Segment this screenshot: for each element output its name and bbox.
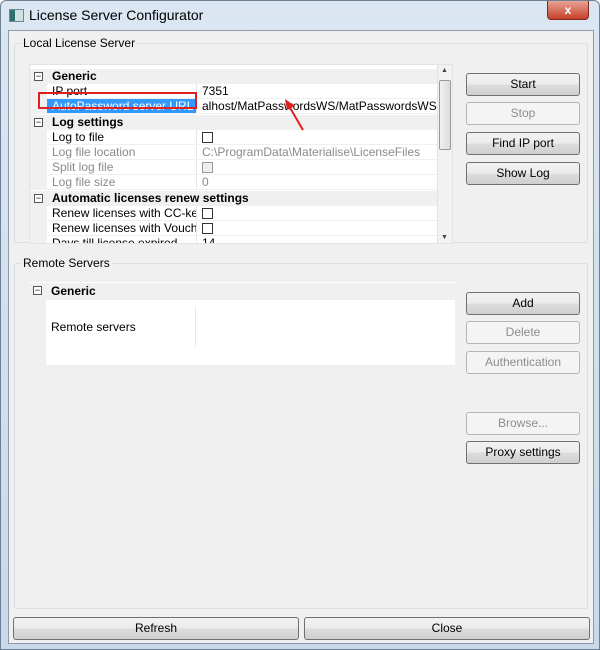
add-button[interactable]: Add xyxy=(466,292,580,315)
property-name: Days till license expired xyxy=(47,236,197,243)
collapse-icon[interactable]: − xyxy=(34,117,43,127)
category-label: Log settings xyxy=(52,114,124,129)
stop-button[interactable]: Stop xyxy=(466,102,580,125)
checkbox[interactable] xyxy=(202,162,213,174)
category-row[interactable]: − Log settings xyxy=(30,114,452,130)
app-icon xyxy=(9,9,24,22)
property-name: Log to file xyxy=(47,129,197,145)
collapse-icon[interactable]: − xyxy=(33,286,42,295)
group-label: Local License Server xyxy=(21,36,138,50)
category-generic[interactable]: − Generic xyxy=(29,283,455,300)
category-label: Automatic licenses renew settings xyxy=(52,190,249,205)
delete-button[interactable]: Delete xyxy=(466,321,580,344)
property-value: 0 xyxy=(202,175,209,190)
checkbox[interactable] xyxy=(202,223,213,234)
highlight-box xyxy=(38,92,197,109)
property-row[interactable]: Renew licenses with Vouch... xyxy=(30,221,452,236)
collapse-icon[interactable]: − xyxy=(34,193,43,203)
property-value: C:\ProgramData\Materialise\LicenseFiles xyxy=(202,145,421,159)
property-row[interactable]: Log to file xyxy=(30,129,452,145)
property-name: Renew licenses with Vouch... xyxy=(47,221,197,236)
property-row[interactable]: Renew licenses with CC-key xyxy=(30,205,452,221)
remote-servers-label: Remote servers xyxy=(46,307,196,347)
checkbox[interactable] xyxy=(202,131,213,143)
property-value-cell[interactable] xyxy=(198,130,452,145)
remote-property-grid[interactable]: − Generic Remote servers xyxy=(29,282,455,365)
property-value-cell[interactable]: alhost/MatPasswordsWS/MatPasswordsWS.asm… xyxy=(198,99,452,115)
close-button[interactable]: Close xyxy=(304,617,590,640)
property-name: Renew licenses with CC-key xyxy=(47,205,197,221)
local-property-grid[interactable]: Days till license expired 14 Renew license… xyxy=(29,64,453,244)
property-value-cell[interactable]: 14 xyxy=(198,236,452,244)
property-value-cell[interactable]: 0 xyxy=(198,175,452,191)
property-row[interactable]: Split log file xyxy=(30,160,452,176)
property-name: Log file size xyxy=(47,175,197,191)
authentication-button[interactable]: Authentication xyxy=(466,351,580,374)
property-value-cell[interactable] xyxy=(198,221,452,236)
scroll-down-icon[interactable]: ▼ xyxy=(441,234,448,241)
scroll-up-icon[interactable]: ▲ xyxy=(441,67,448,74)
property-value: alhost/MatPasswordsWS/MatPasswordsWS.asm… xyxy=(202,99,452,114)
property-value-cell[interactable]: 7351 xyxy=(198,84,452,100)
start-button[interactable]: Start xyxy=(466,73,580,96)
find-ip-port-button[interactable]: Find IP port xyxy=(466,132,580,155)
browse-button[interactable]: Browse... xyxy=(466,412,580,435)
window-title: License Server Configurator xyxy=(29,7,204,23)
checkbox[interactable] xyxy=(202,207,213,219)
show-log-button[interactable]: Show Log xyxy=(466,162,580,185)
category-label: Generic xyxy=(51,284,96,298)
group-label: Remote Servers xyxy=(21,256,112,270)
category-row[interactable]: − Generic xyxy=(30,69,452,84)
property-name: Log file location xyxy=(47,145,197,160)
window: License Server Configurator x Local Lice… xyxy=(0,0,600,650)
scroll-thumb[interactable] xyxy=(439,80,451,150)
category-label: Generic xyxy=(52,69,97,83)
property-value-cell[interactable] xyxy=(198,160,452,176)
property-name: Split log file xyxy=(47,160,197,176)
property-row[interactable]: Log file size 0 xyxy=(30,175,452,191)
property-value: 14 xyxy=(202,236,216,244)
proxy-settings-button[interactable]: Proxy settings xyxy=(466,441,580,464)
refresh-button[interactable]: Refresh xyxy=(13,617,299,640)
property-value-cell[interactable] xyxy=(198,206,452,221)
close-window-button[interactable]: x xyxy=(547,1,589,20)
property-value: 7351 xyxy=(202,84,229,99)
property-row[interactable]: Log file location C:\ProgramData\Material… xyxy=(30,145,452,160)
category-row[interactable]: − Automatic licenses renew settings xyxy=(30,190,452,206)
annotation-arrow-icon xyxy=(285,99,304,131)
collapse-icon[interactable]: − xyxy=(34,72,43,81)
property-row[interactable]: Days till license expired 14 xyxy=(30,236,452,244)
property-value-cell[interactable]: C:\ProgramData\Materialise\LicenseFiles xyxy=(198,145,452,160)
scrollbar[interactable]: ▲ ▼ xyxy=(437,65,452,243)
